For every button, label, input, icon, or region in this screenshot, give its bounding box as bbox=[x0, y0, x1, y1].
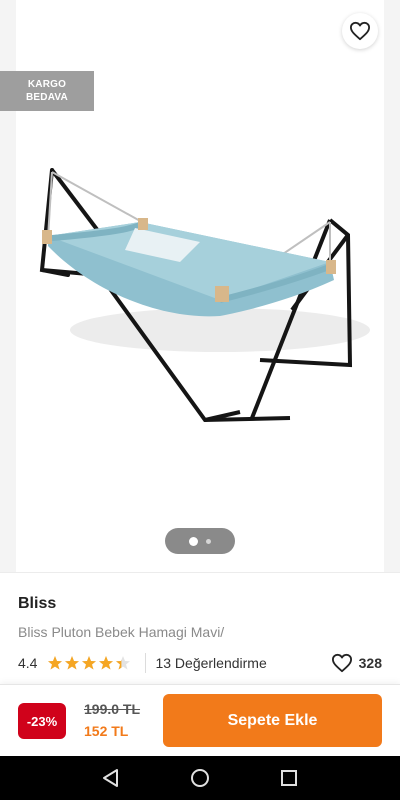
star-icon bbox=[99, 656, 114, 670]
new-price: 152 TL bbox=[84, 723, 129, 739]
like-count-value: 328 bbox=[358, 655, 382, 671]
favorite-button[interactable] bbox=[342, 13, 378, 49]
rating-value: 4.4 bbox=[18, 655, 38, 671]
discount-badge: -23% bbox=[18, 703, 66, 739]
free-shipping-badge: KARGO BEDAVA bbox=[0, 71, 94, 111]
product-name: Bliss Pluton Bebek Hamagi Mavi/ bbox=[18, 624, 225, 640]
old-price: 199.0 TL bbox=[84, 701, 141, 717]
buy-bar: -23% 199.0 TL 152 TL Sepete Ekle bbox=[0, 684, 400, 756]
star-icon bbox=[116, 656, 131, 670]
back-button[interactable] bbox=[18, 14, 52, 48]
android-nav-bar bbox=[0, 756, 400, 800]
share-icon bbox=[294, 21, 312, 41]
image-pager[interactable] bbox=[165, 528, 235, 554]
free-shipping-line2: BEDAVA bbox=[26, 92, 68, 103]
like-count[interactable]: 328 bbox=[331, 653, 382, 673]
star-icon bbox=[82, 656, 97, 670]
product-info: Bliss Bliss Pluton Bebek Hamagi Mavi/ 4.… bbox=[0, 572, 400, 684]
nav-recents-icon[interactable] bbox=[280, 769, 298, 787]
divider bbox=[145, 653, 147, 673]
nav-home-icon[interactable] bbox=[190, 768, 210, 788]
pager-dot[interactable] bbox=[206, 538, 211, 544]
free-shipping-line1: KARGO bbox=[27, 79, 67, 90]
star-icon bbox=[65, 656, 80, 670]
star-icon bbox=[48, 656, 63, 670]
pager-dot-active[interactable] bbox=[189, 536, 198, 546]
top-bar bbox=[0, 0, 400, 62]
rating-row: 4.4 13 Değerlendirme 328 bbox=[18, 653, 382, 673]
product-gallery[interactable]: KARGO BEDAVA bbox=[0, 0, 400, 572]
arrow-left-icon bbox=[24, 21, 46, 41]
heart-outline-icon bbox=[349, 21, 370, 41]
heart-outline-icon bbox=[331, 653, 352, 673]
star-rating bbox=[47, 655, 131, 671]
share-button[interactable] bbox=[286, 14, 320, 48]
brand-name[interactable]: Bliss bbox=[18, 595, 56, 613]
nav-back-icon[interactable] bbox=[101, 768, 121, 788]
product-image-hammock bbox=[39, 168, 370, 423]
add-to-cart-button[interactable]: Sepete Ekle bbox=[163, 694, 382, 747]
review-count-link[interactable]: 13 Değerlendirme bbox=[155, 655, 266, 671]
